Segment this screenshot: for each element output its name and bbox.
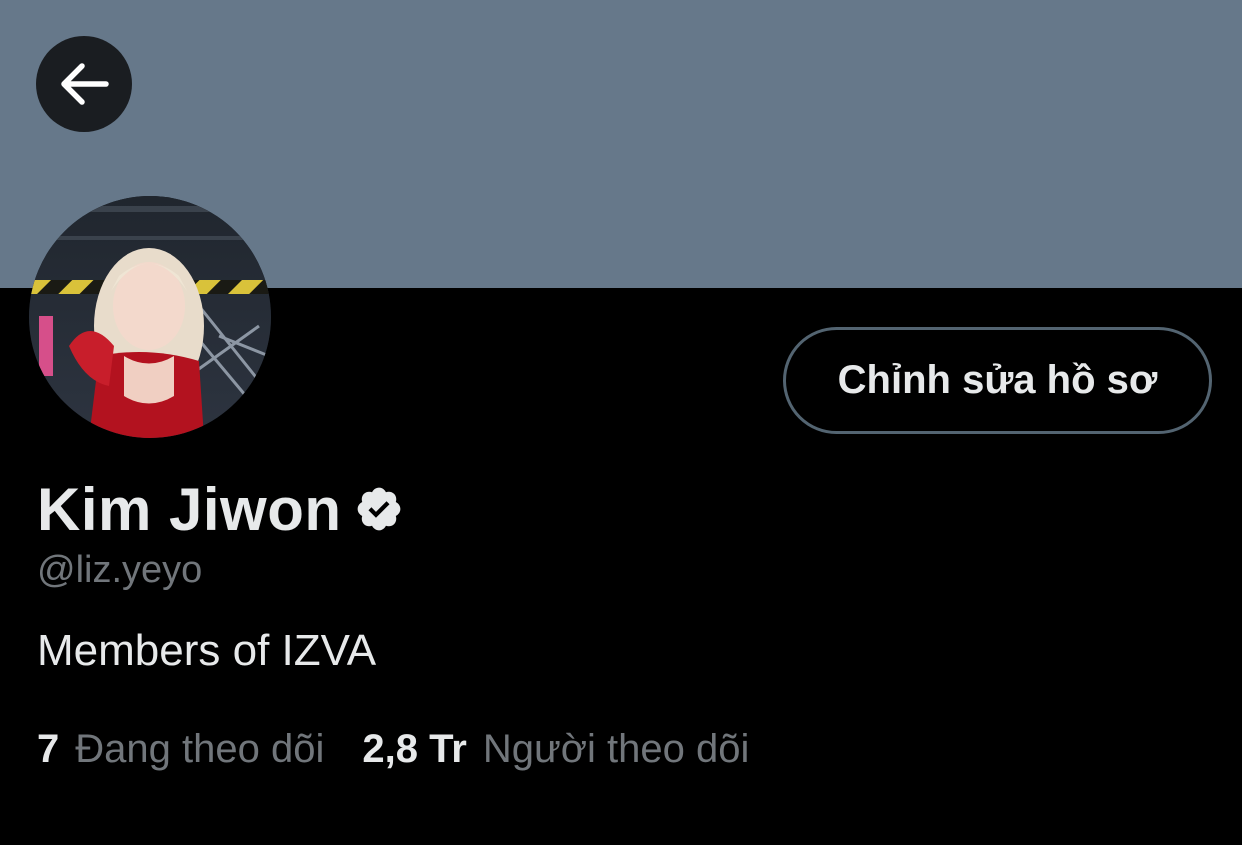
display-name: Kim Jiwon <box>37 475 342 543</box>
name-row: Kim Jiwon <box>37 474 404 544</box>
following-count: 7 <box>37 727 60 771</box>
profile-page: Chỉnh sửa hồ sơ Kim Jiwon @liz.yeyo Memb… <box>0 0 1242 845</box>
profile-handle: @liz.yeyo <box>37 549 203 591</box>
following-stat[interactable]: 7 Đang theo dõi <box>37 727 324 772</box>
following-label: Đang theo dõi <box>75 727 325 771</box>
back-button[interactable] <box>36 36 132 132</box>
edit-profile-label: Chỉnh sửa hồ sơ <box>837 358 1158 402</box>
profile-stats: 7 Đang theo dõi 2,8 Tr Người theo dõi <box>37 727 749 772</box>
verified-badge-icon[interactable] <box>354 484 404 534</box>
profile-bio: Members of IZVA <box>37 626 377 675</box>
avatar[interactable] <box>29 196 271 438</box>
arrow-left-icon <box>58 62 110 106</box>
edit-profile-button[interactable]: Chỉnh sửa hồ sơ <box>783 327 1212 434</box>
followers-label: Người theo dõi <box>482 727 750 771</box>
followers-count: 2,8 Tr <box>362 727 467 771</box>
followers-stat[interactable]: 2,8 Tr Người theo dõi <box>362 727 749 772</box>
